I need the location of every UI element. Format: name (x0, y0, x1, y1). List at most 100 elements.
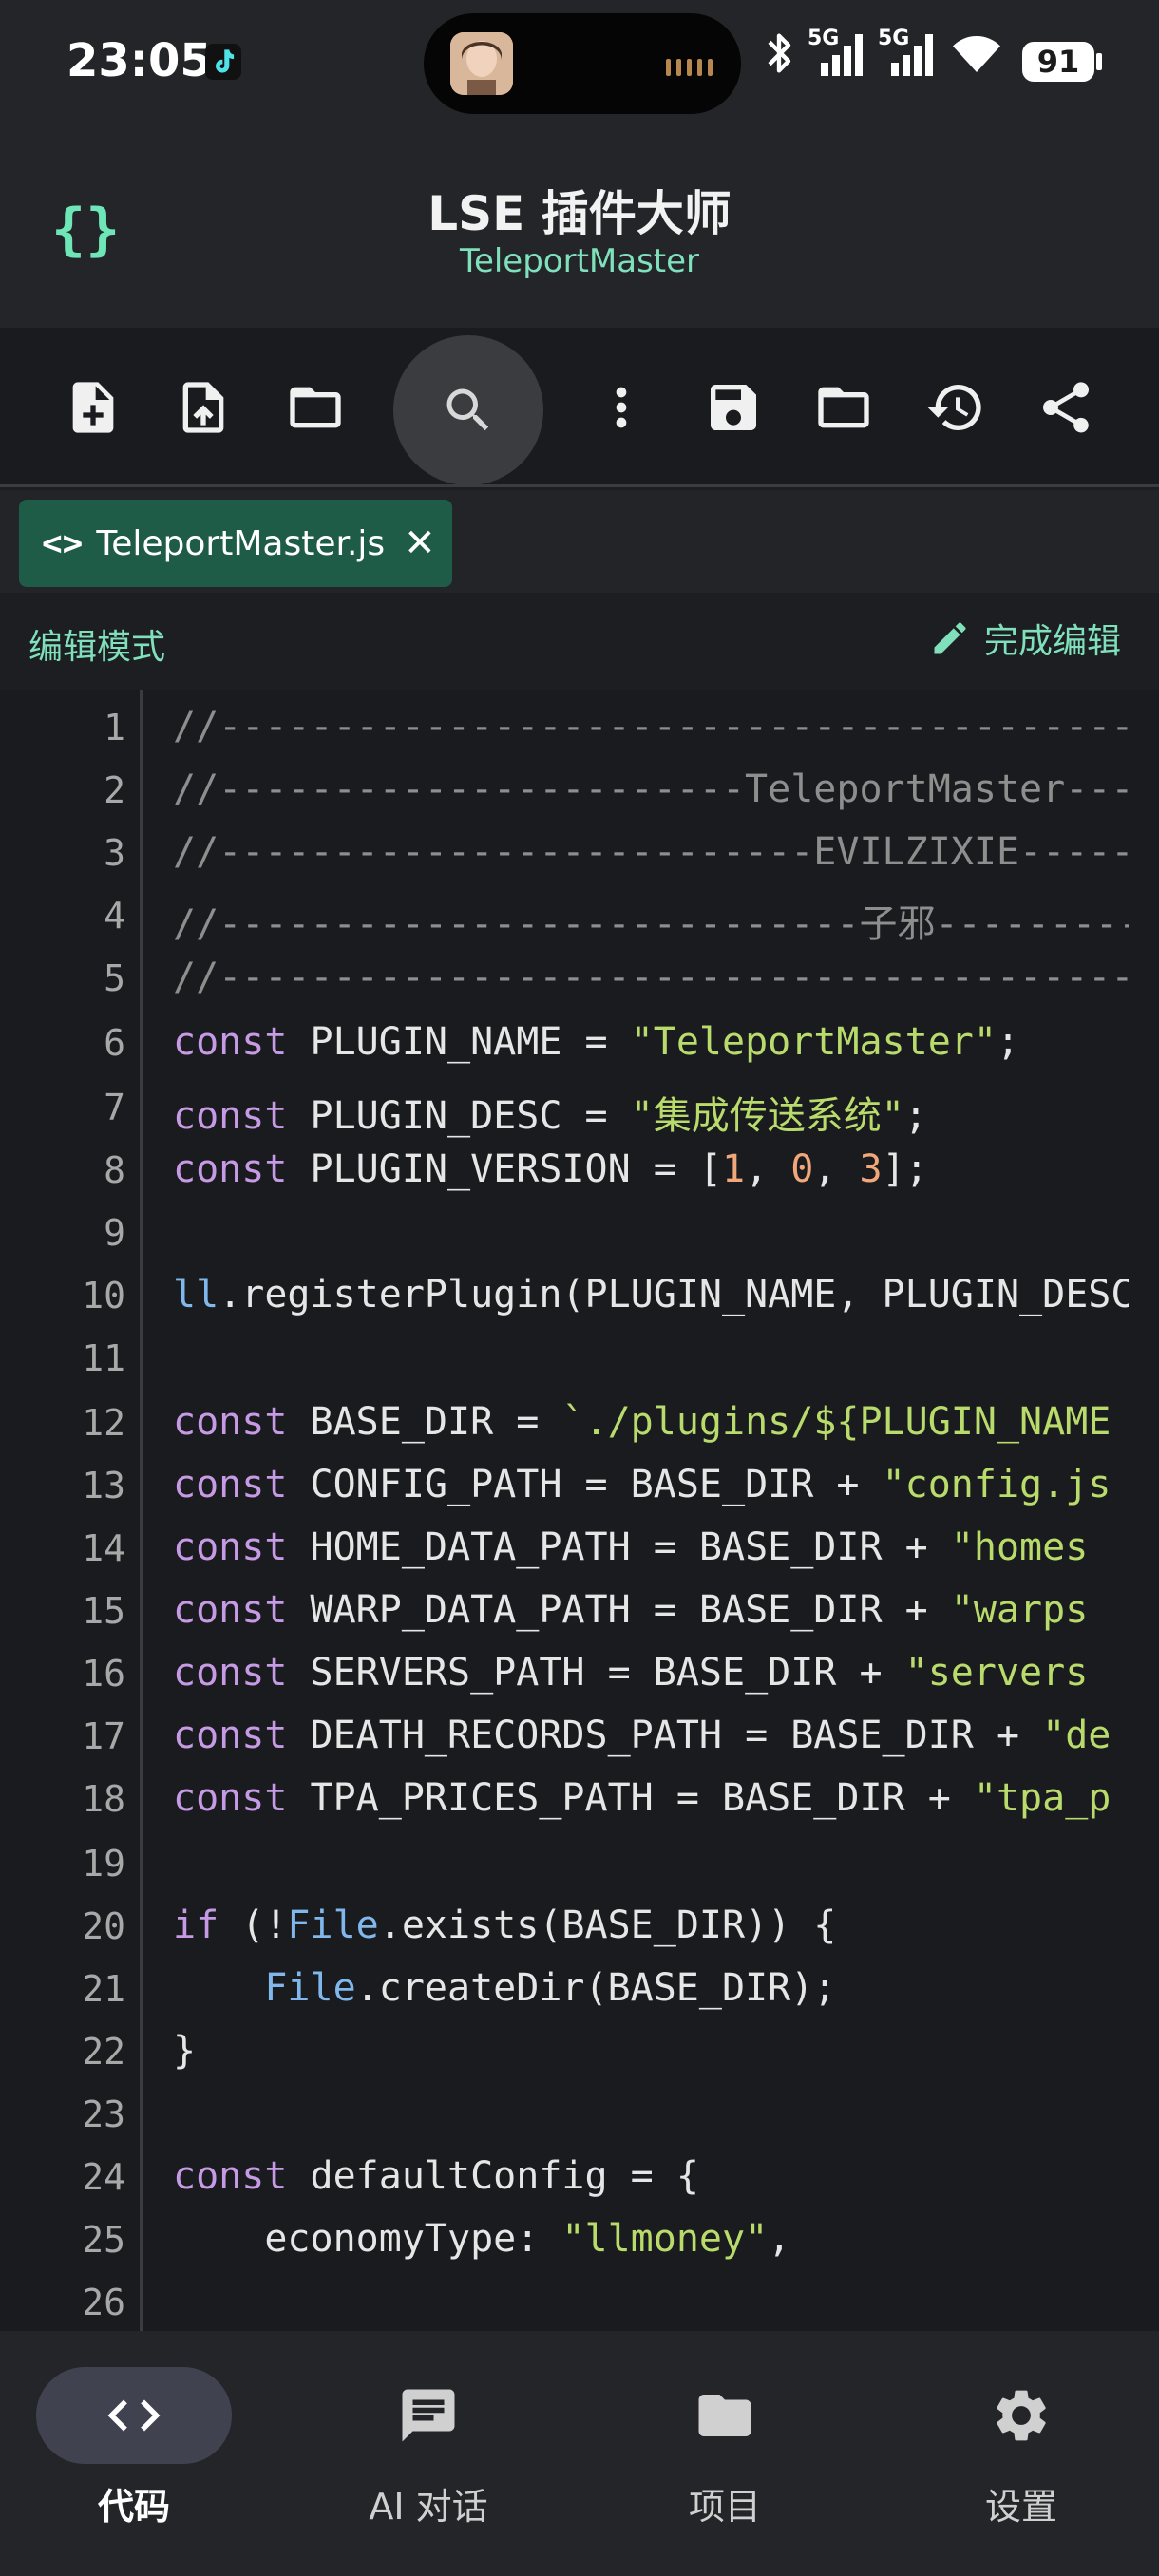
history-button[interactable] (918, 369, 994, 445)
app-header: {} LSE 插件大师 TeleportMaster (0, 128, 1159, 328)
code-line[interactable]: 15 const WARP_DATA_PATH = BASE_DIR + "war… (0, 1582, 1159, 1645)
code-token: , (745, 1147, 791, 1191)
editor-toolbar (0, 328, 1159, 487)
line-number: 3 (104, 832, 125, 874)
share-icon (1043, 382, 1089, 433)
code-text: const CONFIG_PATH = BASE_DIR + "config.j… (173, 1463, 1129, 1506)
code-line[interactable]: 14 const HOME_DATA_PATH = BASE_DIR + "hom… (0, 1520, 1159, 1582)
new-file-icon (72, 382, 114, 433)
code-token: "llmoney" (561, 2217, 769, 2261)
code-line[interactable]: 19 (0, 1835, 1159, 1898)
code-line[interactable]: 23 (0, 2086, 1159, 2149)
code-line[interactable]: 12 const BASE_DIR = `./plugins/${PLUGIN_N… (0, 1394, 1159, 1457)
code-token: const (173, 1020, 288, 1064)
upload-file-button[interactable] (165, 369, 241, 445)
code-line[interactable]: 17 const DEATH_RECORDS_PATH = BASE_DIR + … (0, 1708, 1159, 1771)
code-token: 3 (859, 1147, 883, 1191)
save-button[interactable] (695, 369, 771, 445)
code-token: "warps (950, 1588, 1089, 1632)
code-line[interactable]: 22} (0, 2023, 1159, 2086)
wifi-icon (953, 35, 1000, 72)
status-bar: 23:05 5G 5G 91 (0, 0, 1159, 128)
code-text: const HOME_DATA_PATH = BASE_DIR + "homes (173, 1525, 1129, 1569)
code-token: //--------------------------------------… (173, 705, 1129, 748)
line-number: 17 (82, 1715, 125, 1757)
search-icon (446, 388, 489, 431)
tiktok-icon (205, 44, 241, 80)
folder-outline-icon (290, 387, 341, 428)
finish-editing-button[interactable]: 完成编辑 (929, 614, 1121, 663)
code-token: .exists(BASE_DIR)) { (378, 1904, 837, 1947)
project-subtitle: TeleportMaster (459, 242, 700, 280)
code-line[interactable]: 8 const PLUGIN_VERSION = [1, 0, 3]; (0, 1142, 1159, 1204)
line-number: 15 (82, 1590, 125, 1632)
code-line[interactable]: 10 ll.registerPlugin(PLUGIN_NAME, PLUGIN_… (0, 1267, 1159, 1330)
code-token: PLUGIN_VERSION = [ (287, 1147, 722, 1191)
dynamic-island[interactable] (424, 13, 741, 114)
code-line[interactable]: 26 (0, 2274, 1159, 2331)
code-line[interactable]: 6 const PLUGIN_NAME = "TeleportMaster"; (0, 1014, 1159, 1077)
nav-ai-chat-pill (331, 2367, 526, 2464)
code-text: //--------------------------------------… (173, 705, 1129, 748)
code-text: const TPA_PRICES_PATH = BASE_DIR + "tpa_… (173, 1776, 1129, 1820)
code-line[interactable]: 2 //-----------------------TeleportMaster… (0, 762, 1159, 824)
close-tab-icon[interactable]: ✕ (404, 521, 436, 565)
code-line[interactable]: 25 economyType: "llmoney", (0, 2211, 1159, 2274)
code-line[interactable]: 16 const SERVERS_PATH = BASE_DIR + "serve… (0, 1645, 1159, 1708)
code-text: const PLUGIN_DESC = "集成传送系统"; (173, 1085, 1129, 1140)
folder-button[interactable] (806, 369, 882, 445)
line-number: 26 (82, 2282, 125, 2323)
code-editor[interactable]: 1 //-------------------------------------… (0, 690, 1159, 2331)
audio-wave-icon (666, 59, 712, 76)
search-button[interactable] (393, 335, 543, 485)
code-text: const PLUGIN_NAME = "TeleportMaster"; (173, 1020, 1129, 1064)
nav-settings[interactable]: 设置 (902, 2367, 1140, 2529)
code-line[interactable]: 24 const defaultConfig = { (0, 2149, 1159, 2211)
code-line[interactable]: 4 //----------------------------子邪-------… (0, 887, 1159, 950)
code-text: //----------------------------子邪--------… (173, 893, 1129, 948)
code-text: const PLUGIN_VERSION = [1, 0, 3]; (173, 1147, 1129, 1191)
code-token: DEATH_RECORDS_PATH = BASE_DIR + (287, 1714, 1043, 1757)
file-tab-teleportmaster[interactable]: <> TeleportMaster.js ✕ (19, 500, 452, 587)
code-line[interactable]: 3 //--------------------------EVILZIXIE--… (0, 824, 1159, 887)
code-line[interactable]: 9 (0, 1204, 1159, 1267)
code-token: TPA_PRICES_PATH = BASE_DIR + (287, 1776, 974, 1820)
share-button[interactable] (1028, 369, 1104, 445)
new-file-button[interactable] (55, 369, 131, 445)
code-line[interactable]: 21 File.createDir(BASE_DIR); (0, 1960, 1159, 2023)
code-token: SERVERS_PATH = BASE_DIR + (287, 1651, 905, 1695)
mode-bar: 编辑模式 完成编辑 (0, 593, 1159, 690)
code-token: const (173, 1094, 288, 1138)
code-text: if (!File.exists(BASE_DIR)) { (173, 1904, 1129, 1947)
code-token: const (173, 1463, 288, 1506)
code-token: //--------------------------------------… (173, 956, 1129, 999)
code-line[interactable]: 20 if (!File.exists(BASE_DIR)) { (0, 1898, 1159, 1960)
code-line[interactable]: 1 //-------------------------------------… (0, 699, 1159, 762)
code-line[interactable]: 18 const TPA_PRICES_PATH = BASE_DIR + "tp… (0, 1771, 1159, 1833)
code-token: "集成传送系统" (630, 1094, 904, 1138)
code-text: const BASE_DIR = `./plugins/${PLUGIN_NAM… (173, 1400, 1129, 1444)
album-art (450, 32, 513, 95)
nav-project[interactable]: 项目 (606, 2367, 844, 2529)
more-vert-icon (616, 387, 627, 428)
nav-ai-chat[interactable]: AI 对话 (310, 2367, 547, 2529)
open-folder-button[interactable] (277, 369, 353, 445)
battery-indicator: 91 (1022, 42, 1094, 82)
code-token: File (287, 1904, 379, 1947)
code-token: .createDir(BASE_DIR); (355, 1966, 837, 2010)
bluetooth-icon (768, 33, 791, 73)
file-tab-bar: <> TeleportMaster.js ✕ (0, 490, 1159, 593)
code-token: HOME_DATA_PATH = BASE_DIR + (287, 1525, 951, 1569)
nav-code[interactable]: 代码 (15, 2367, 253, 2529)
code-token: economyType: (173, 2217, 562, 2261)
code-text: //-----------------------TeleportMaster-… (173, 767, 1129, 811)
code-line[interactable]: 7 const PLUGIN_DESC = "集成传送系统"; (0, 1079, 1159, 1142)
code-line[interactable]: 13 const CONFIG_PATH = BASE_DIR + "config… (0, 1457, 1159, 1520)
nav-project-label: 项目 (688, 2486, 761, 2528)
more-options-button[interactable] (583, 369, 659, 445)
code-line[interactable]: 5 //-------------------------------------… (0, 950, 1159, 1013)
code-line[interactable]: 11 (0, 1330, 1159, 1392)
code-token: const (173, 1776, 288, 1820)
code-token: "TeleportMaster" (630, 1020, 997, 1064)
code-token: const (173, 2154, 288, 2198)
